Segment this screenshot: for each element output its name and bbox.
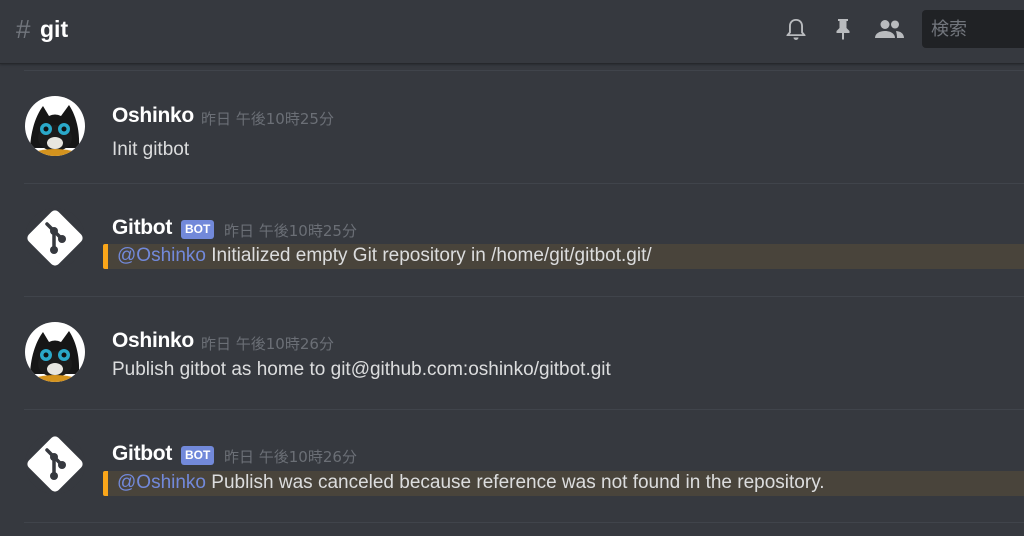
bot-tag: BOT [181,220,215,239]
mention-highlight: @Oshinko Initialized empty Git repositor… [103,244,1024,269]
channel-header: # git [0,0,1024,64]
message-text: Publish gitbot as home to git@github.com… [112,359,611,380]
search-input[interactable] [922,10,1024,48]
message-author[interactable]: Gitbot [112,216,172,240]
message-text: @Oshinko Publish was canceled because re… [117,472,825,494]
message-text: Init gitbot [112,139,190,160]
message-timestamp: 昨日 午後10時26分 [224,448,357,466]
message-item: Oshinko 昨日 午後10時25分 Init gitbot [0,71,1024,184]
channel-hash-icon: # [16,14,31,44]
message-timestamp: 昨日 午後10時25分 [201,110,334,128]
cat-avatar[interactable] [25,96,85,156]
message-text-body: Publish was canceled because reference w… [211,472,825,493]
message-list: Oshinko 昨日 午後10時25分 Init gitbot Gitbot B… [0,65,1024,536]
bell-icon[interactable] [782,15,810,43]
message-item: Oshinko 昨日 午後10時26分 Publish gitbot as ho… [0,297,1024,410]
message-author[interactable]: Oshinko [112,104,194,128]
message-timestamp: 昨日 午後10時26分 [201,335,334,353]
user-mention[interactable]: @Oshinko [117,245,206,266]
members-icon[interactable] [872,15,906,43]
git-logo-avatar[interactable] [25,208,85,268]
message-text-body: Initialized empty Git repository in /hom… [211,245,652,266]
channel-name: git [40,16,69,42]
message-item: Gitbot BOT 昨日 午後10時26分 @Oshinko Publish … [0,410,1024,523]
pin-icon[interactable] [829,15,857,43]
message-timestamp: 昨日 午後10時25分 [224,222,357,240]
message-item: Gitbot BOT 昨日 午後10時25分 @Oshinko Initiali… [0,184,1024,297]
cat-avatar[interactable] [25,322,85,382]
message-author[interactable]: Gitbot [112,442,172,466]
message-author[interactable]: Oshinko [112,329,194,353]
message-text: @Oshinko Initialized empty Git repositor… [117,245,652,267]
mention-highlight: @Oshinko Publish was canceled because re… [103,471,1024,496]
bot-tag: BOT [181,446,215,465]
message-divider [24,522,1024,523]
git-logo-avatar[interactable] [25,434,85,494]
user-mention[interactable]: @Oshinko [117,472,206,493]
